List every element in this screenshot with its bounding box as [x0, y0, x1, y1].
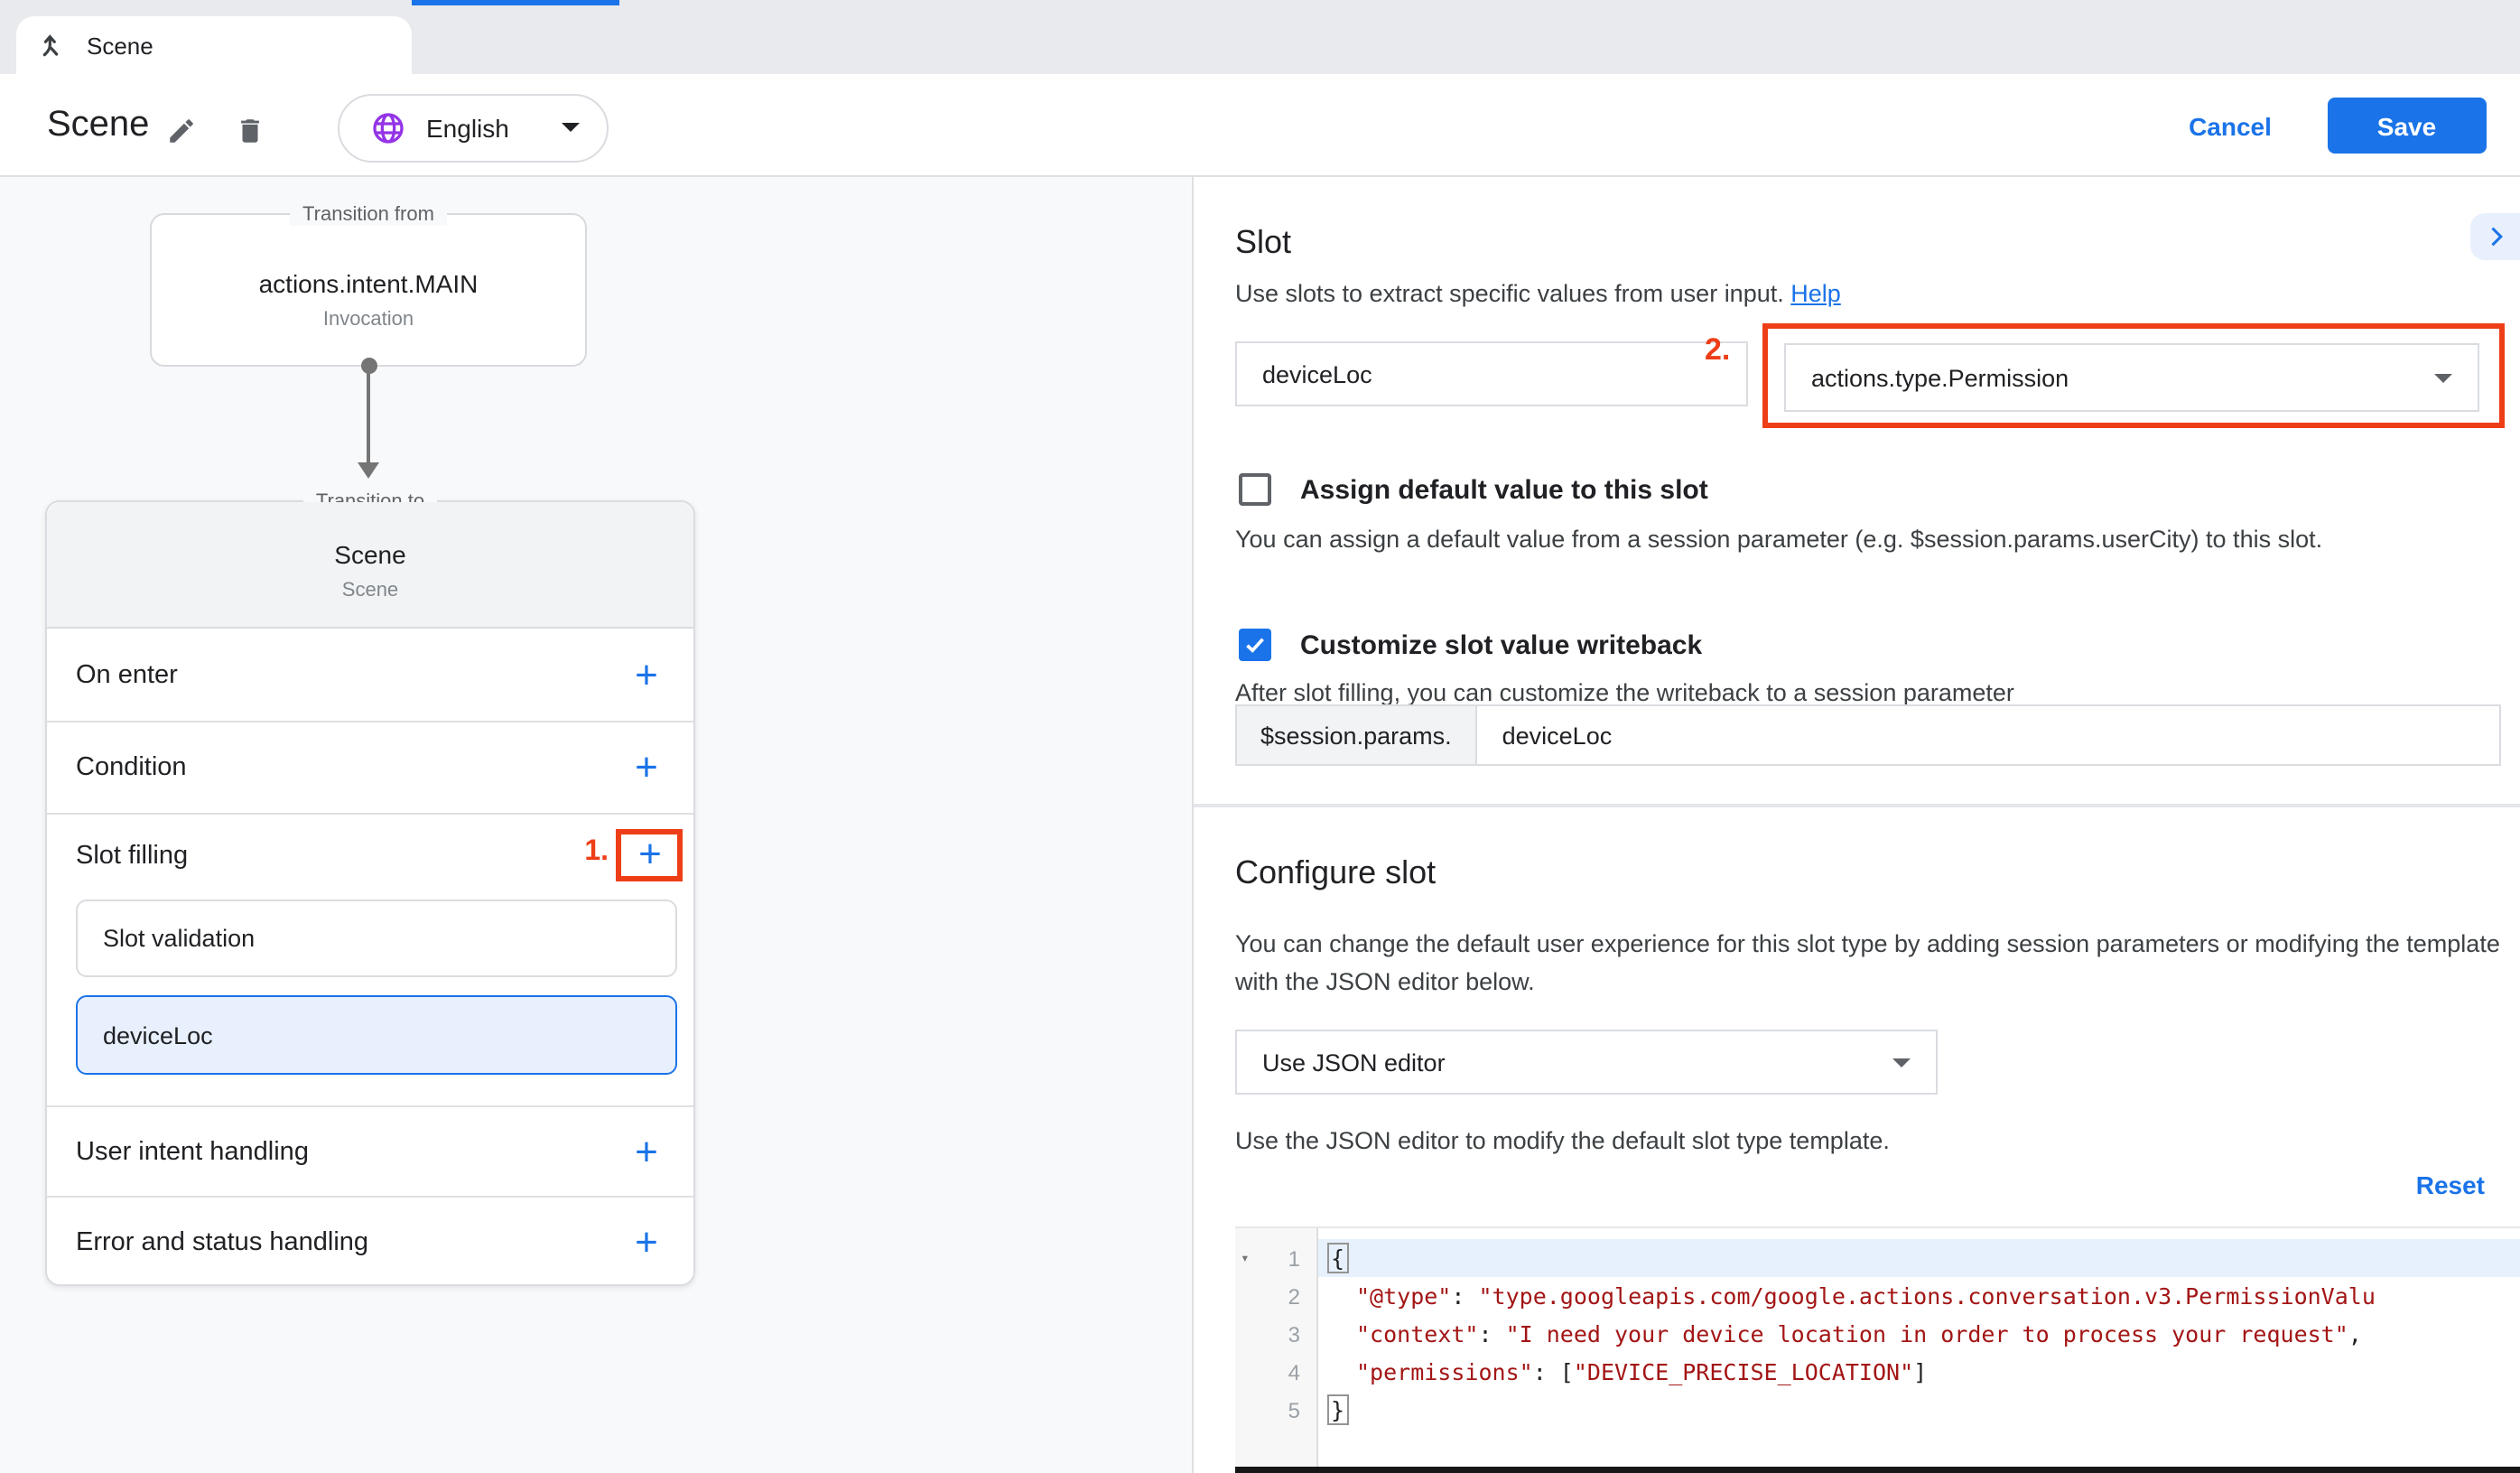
add-on-enter-button[interactable]: +	[625, 653, 668, 696]
slot-filling-label: Slot filling	[76, 842, 188, 871]
editor-code[interactable]: {"@type": "type.googleapis.com/google.ac…	[1318, 1228, 2520, 1467]
editor-gutter: ▾12345	[1235, 1228, 1318, 1467]
add-condition-button[interactable]: +	[625, 746, 668, 789]
tab-strip: Scene	[0, 0, 2520, 74]
transition-from-legend: Transition from	[290, 204, 447, 226]
condition-label: Condition	[76, 753, 187, 782]
editor-line-number: 3	[1235, 1315, 1316, 1353]
editor-line-number: ▾1	[1235, 1239, 1316, 1277]
editor-bottom-bar	[1235, 1467, 2520, 1473]
slot-type-dropdown[interactable]: actions.type.Permission	[1784, 343, 2479, 412]
configure-slot-intro: You can change the default user experien…	[1235, 925, 2510, 1001]
add-slot-button[interactable]: +	[628, 833, 672, 876]
slot-validation-item[interactable]: Slot validation	[76, 899, 676, 976]
language-label: English	[426, 113, 509, 142]
json-editor: ▾12345 {"@type": "type.googleapis.com/go…	[1235, 1226, 2520, 1467]
edit-scene-button[interactable]	[159, 108, 202, 152]
add-error-handling-button[interactable]: +	[625, 1221, 668, 1264]
tab-scene[interactable]: Scene	[16, 16, 412, 74]
slot-intro: Use slots to extract specific values fro…	[1235, 275, 1841, 312]
help-link[interactable]: Help	[1790, 280, 1841, 307]
page-title: Scene	[47, 105, 149, 146]
transition-from-box[interactable]: Transition from actions.intent.MAIN Invo…	[150, 213, 587, 367]
scene-card-header[interactable]: Scene Scene	[47, 502, 693, 629]
editor-code-line[interactable]: {	[1318, 1239, 2520, 1277]
row-condition: Condition +	[47, 721, 693, 813]
checkmark-icon	[1242, 632, 1268, 657]
editor-mode-dropdown[interactable]: Use JSON editor	[1235, 1030, 1938, 1095]
intent-name: actions.intent.MAIN	[152, 269, 585, 298]
scene-card: Transition to Scene Scene On enter + Con…	[45, 500, 695, 1286]
configure-slot-heading: Configure slot	[1235, 854, 1436, 892]
scene-editor-page: Scene Scene English Cancel Save Transiti…	[0, 0, 2520, 1473]
writeback-param-input[interactable]: $session.params. deviceLoc	[1235, 704, 2501, 766]
editor-code-line[interactable]: "permissions": ["DEVICE_PRECISE_LOCATION…	[1318, 1353, 2520, 1391]
pencil-icon	[165, 115, 196, 145]
slot-filling-section: Slot filling 1. + Slot validation device…	[47, 813, 693, 1105]
editor-code-line[interactable]: "context": "I need your device location …	[1318, 1315, 2520, 1353]
slot-type-value: actions.type.Permission	[1811, 364, 2069, 391]
annotation-step-1: 1.	[584, 836, 609, 869]
collapse-panel-button[interactable]	[2470, 213, 2520, 260]
assign-default-checkbox[interactable]	[1239, 473, 1271, 506]
annotation-step-2: 2.	[1705, 332, 1730, 368]
assign-default-label: Assign default value to this slot	[1300, 475, 1708, 506]
header-bar: Scene English Cancel Save	[0, 74, 2520, 177]
on-enter-label: On enter	[76, 660, 178, 689]
scene-card-title: Scene	[47, 540, 693, 569]
slot-deviceloc-label: deviceLoc	[103, 1021, 213, 1049]
trash-icon	[234, 115, 265, 145]
error-handling-label: Error and status handling	[76, 1228, 368, 1257]
assign-default-hint: You can assign a default value from a se…	[1235, 520, 2322, 558]
globe-icon	[370, 109, 406, 145]
slot-intro-text: Use slots to extract specific values fro…	[1235, 280, 1790, 307]
dropdown-arrow-icon	[1892, 1058, 1911, 1067]
scene-merge-icon	[36, 31, 65, 60]
writeback-checkbox[interactable]	[1239, 629, 1271, 661]
active-nav-underline	[412, 0, 619, 5]
row-error-handling: Error and status handling +	[47, 1196, 693, 1288]
add-user-intent-button[interactable]: +	[625, 1131, 668, 1174]
editor-line-number: 4	[1235, 1353, 1316, 1391]
chevron-down-icon	[562, 123, 580, 132]
save-button[interactable]: Save	[2327, 98, 2487, 154]
tab-scene-label: Scene	[87, 32, 153, 59]
delete-scene-button[interactable]	[228, 108, 271, 152]
user-intent-label: User intent handling	[76, 1138, 309, 1167]
writeback-label: Customize slot value writeback	[1300, 630, 1702, 661]
slot-validation-label: Slot validation	[103, 924, 255, 951]
editor-line-number: 5	[1235, 1391, 1316, 1429]
editor-hint: Use the JSON editor to modify the defaul…	[1235, 1122, 1890, 1160]
fold-arrow-icon[interactable]: ▾	[1241, 1250, 1250, 1266]
slot-heading: Slot	[1235, 224, 1291, 262]
slot-name-input[interactable]: deviceLoc	[1235, 341, 1748, 406]
connector-line	[367, 372, 370, 462]
row-on-enter: On enter +	[47, 629, 693, 721]
scene-card-subtitle: Scene	[47, 580, 693, 601]
writeback-value: deviceLoc	[1502, 722, 1613, 749]
editor-code-line[interactable]: }	[1318, 1391, 2520, 1429]
reset-link[interactable]: Reset	[2394, 1170, 2485, 1199]
chevron-right-icon	[2483, 224, 2508, 249]
connector-arrowhead-icon	[358, 462, 379, 479]
slot-deviceloc-item[interactable]: deviceLoc	[76, 995, 676, 1075]
editor-mode-value: Use JSON editor	[1262, 1049, 1446, 1076]
cancel-button[interactable]: Cancel	[2176, 112, 2284, 141]
section-divider	[1194, 803, 2520, 807]
writeback-prefix: $session.params.	[1237, 706, 1477, 764]
row-user-intent: User intent handling +	[47, 1105, 693, 1198]
slot-name-value: deviceLoc	[1262, 360, 1372, 387]
dropdown-arrow-icon	[2434, 373, 2452, 382]
editor-line-number: 2	[1235, 1277, 1316, 1315]
editor-code-line[interactable]: "@type": "type.googleapis.com/google.act…	[1318, 1277, 2520, 1315]
intent-type: Invocation	[152, 309, 585, 331]
language-selector[interactable]: English	[338, 93, 609, 162]
